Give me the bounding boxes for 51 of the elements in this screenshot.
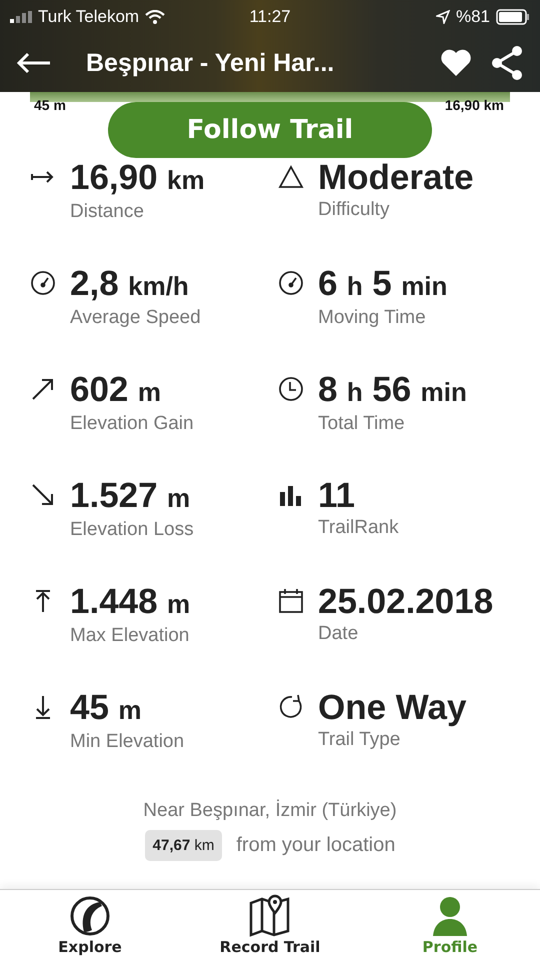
status-time: 11:27 xyxy=(249,7,291,27)
tab-bar-item[interactable]: Explore xyxy=(0,890,180,960)
stat-label: Elevation Gain xyxy=(70,413,194,435)
wifi-icon xyxy=(145,10,166,24)
stat-value: 602 m xyxy=(70,370,162,411)
stat-value: Moderate xyxy=(318,158,474,198)
stat-label: Moving Time xyxy=(318,307,427,329)
stat-value: One Way xyxy=(318,688,466,728)
stat-value: 45 m xyxy=(70,688,143,729)
carrier-name: Turk Telekom xyxy=(38,7,140,27)
stat-label: Difficulty xyxy=(318,199,390,221)
elevation-start-label: 45 m xyxy=(34,97,66,113)
triangle-icon xyxy=(278,164,304,190)
stat-value: 1.527 m xyxy=(70,476,192,517)
stat-label: Elevation Loss xyxy=(70,519,194,541)
stat-label: Date xyxy=(318,623,360,645)
clock-icon xyxy=(278,376,304,402)
stat-value: 11 xyxy=(318,476,356,516)
stat-label: Max Elevation xyxy=(70,625,190,647)
stat-label: Trail Type xyxy=(318,729,402,751)
location-text: Near Beşpınar, İzmir (Türkiye) xyxy=(143,800,397,822)
distance-caption: from your location xyxy=(236,834,396,857)
follow-trail-button[interactable]: Follow Trail xyxy=(108,102,432,158)
stat-label: Total Time xyxy=(318,413,406,435)
signal-icon xyxy=(10,11,32,23)
compass-swoosh-icon xyxy=(68,894,112,938)
elevation-end-label: 16,90 km xyxy=(444,97,504,113)
stat-label: Average Speed xyxy=(70,307,201,329)
speedometer-icon xyxy=(278,270,304,296)
stat-label: Distance xyxy=(70,201,145,223)
stat-label: TrailRank xyxy=(318,517,399,539)
tab-bar-item[interactable]: Profile xyxy=(360,890,540,960)
stat-value: 16,90 km xyxy=(70,158,205,199)
calendar-icon xyxy=(278,588,304,614)
stat-value: 2,8 km/h xyxy=(70,264,190,305)
tab-bar-item[interactable]: Record Trail xyxy=(180,890,360,960)
distance-badge: 47,67 km xyxy=(144,830,222,861)
trail-title: Beşpınar - Yeni Har... xyxy=(86,48,336,78)
stat-value: 1.448 m xyxy=(70,582,190,623)
battery-percent: %81 xyxy=(456,7,490,27)
battery-icon xyxy=(496,9,530,25)
map-pin-icon xyxy=(248,894,292,938)
stat-value: 6 h 5 min xyxy=(318,264,448,305)
down-right-arrow-icon xyxy=(30,482,56,508)
location-arrow-icon xyxy=(436,10,450,24)
stat-label: Min Elevation xyxy=(70,731,184,753)
speedometer-icon xyxy=(30,270,56,296)
stat-value: 8 h 56 min xyxy=(318,370,467,411)
stat-value: 25.02.2018 xyxy=(318,582,494,622)
circular-arrow-icon xyxy=(278,694,304,720)
up-right-arrow-icon xyxy=(30,376,56,402)
